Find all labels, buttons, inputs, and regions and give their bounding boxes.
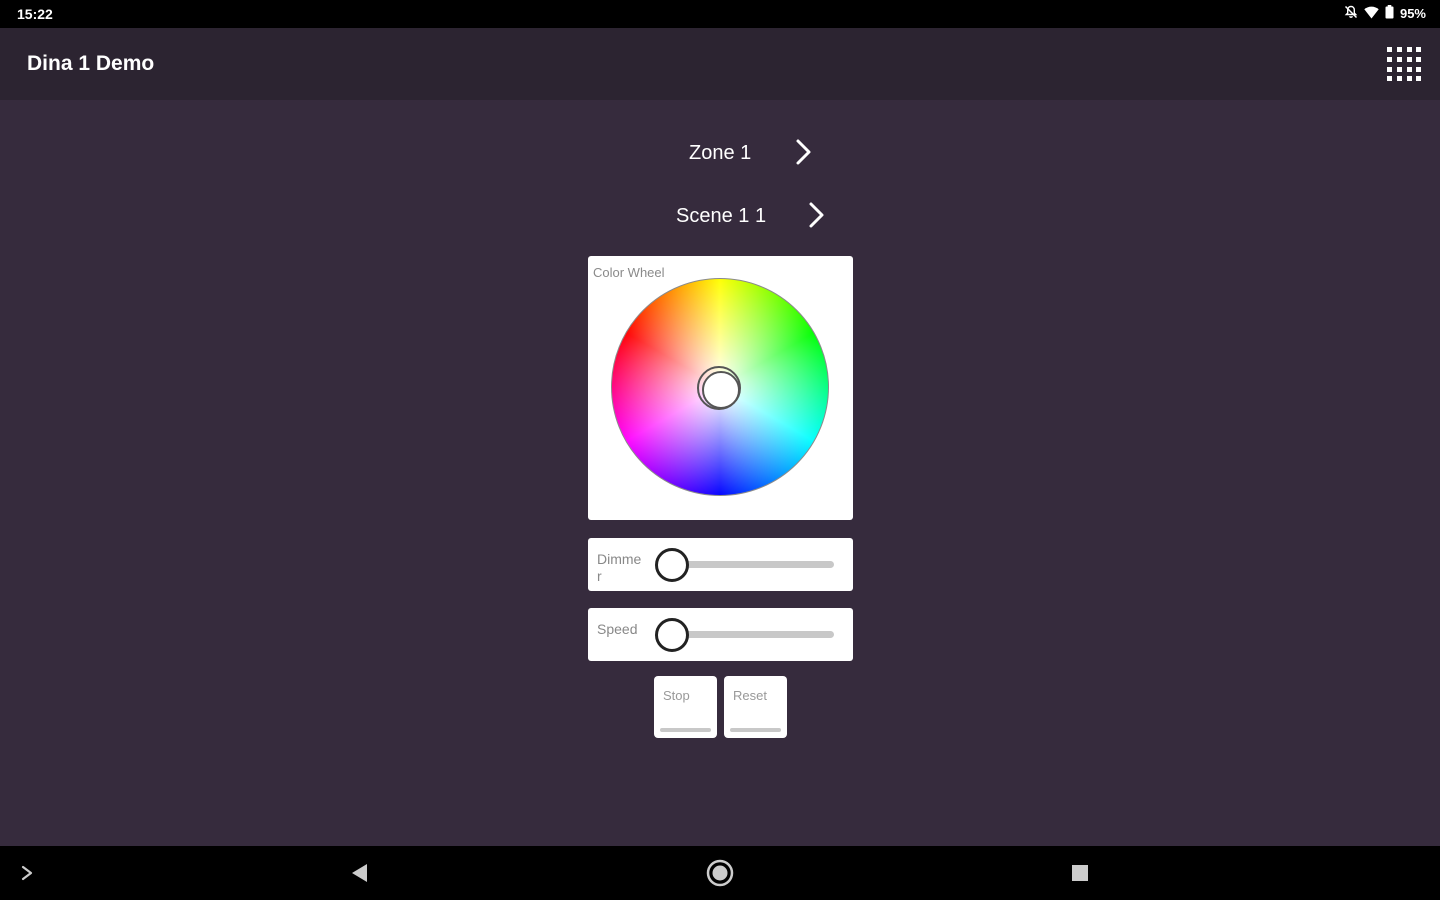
dimmer-label: Dimmer [597,551,642,584]
color-wheel[interactable] [611,278,829,496]
app-bar: Dina 1 Demo [0,28,1440,100]
stop-button[interactable]: Stop [654,676,717,738]
scene-label: Scene 1 1 [676,205,767,227]
color-wheel-card: Color Wheel [588,256,853,520]
zone-selector[interactable]: Zone 1 [0,130,1440,174]
dimmer-slider-track[interactable] [672,561,834,568]
nav-bar [0,846,1440,900]
speed-label: Speed [597,621,638,637]
zone-label: Zone 1 [689,142,752,164]
stop-button-underline [660,728,711,732]
reset-button-underline [730,728,781,732]
app-title: Dina 1 Demo [27,52,155,75]
dimmer-slider-thumb[interactable] [655,548,689,582]
mute-icon [1344,5,1358,22]
battery-level: 95% [1399,6,1426,21]
speed-slider-thumb[interactable] [655,618,689,652]
speed-card: Speed [588,608,853,661]
zone-next-chevron-icon[interactable] [792,138,816,166]
status-time: 15:22 [17,6,53,22]
color-wheel-knob[interactable] [697,366,741,410]
stop-button-label: Stop [663,688,690,703]
scene-selector[interactable]: Scene 1 1 [0,193,1440,237]
wifi-icon [1364,6,1379,22]
expand-icon[interactable] [18,859,38,892]
grid-menu-button[interactable] [1386,46,1422,82]
battery-icon [1385,5,1394,22]
grid-menu-icon [1387,47,1421,81]
scene-next-chevron-icon[interactable] [805,201,829,229]
dimmer-card: Dimmer [588,538,853,591]
reset-button-label: Reset [733,688,767,703]
home-icon[interactable] [705,859,735,892]
back-icon[interactable] [348,859,372,892]
status-bar: 15:22 95% [0,0,1440,28]
recents-icon[interactable] [1068,859,1092,892]
status-icons: 95% [1344,5,1426,22]
reset-button[interactable]: Reset [724,676,787,738]
speed-slider-track[interactable] [672,631,834,638]
